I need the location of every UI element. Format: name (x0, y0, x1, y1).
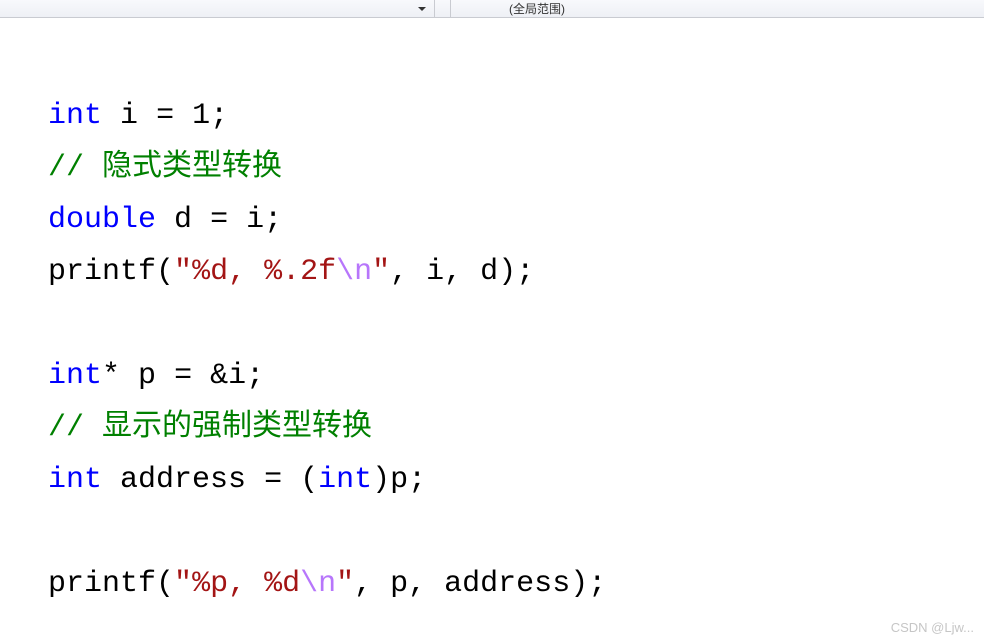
identifier: d (480, 255, 498, 289)
blank-line (48, 506, 984, 558)
comment: // 隐式类型转换 (48, 151, 282, 185)
navigation-bar: (全局范围) (0, 0, 984, 18)
identifier: address (444, 567, 570, 601)
identifier: i (426, 255, 444, 289)
code-line: int i = 1; (48, 90, 984, 142)
keyword-int: int (318, 463, 372, 497)
identifier: d (174, 203, 192, 237)
identifier: p (138, 359, 156, 393)
identifier: i (246, 203, 264, 237)
chevron-down-icon (418, 7, 426, 11)
keyword-int: int (48, 359, 102, 393)
number-literal: 1 (192, 99, 210, 133)
function-call: printf (48, 255, 156, 289)
code-line: printf("%d, %.2f\n", i, d); (48, 246, 984, 298)
keyword-int: int (48, 463, 102, 497)
function-call: printf (48, 567, 156, 601)
keyword-double: double (48, 203, 156, 237)
escape-sequence: \n (300, 567, 336, 601)
code-line: double d = i; (48, 194, 984, 246)
keyword-int: int (48, 99, 102, 133)
code-line: int address = (int)p; (48, 454, 984, 506)
scope-dropdown-right[interactable]: (全局范围) (451, 0, 984, 17)
string-literal: %d, %.2f (192, 255, 336, 289)
code-line: // 显示的强制类型转换 (48, 402, 984, 454)
blank-line (48, 298, 984, 350)
scope-label: (全局范围) (509, 0, 565, 17)
identifier: i (120, 99, 138, 133)
identifier: i (228, 359, 246, 393)
escape-sequence: \n (336, 255, 372, 289)
string-literal: %p, %d (192, 567, 300, 601)
toolbar-separator (435, 0, 451, 17)
identifier: address (120, 463, 246, 497)
scope-dropdown-left[interactable] (0, 0, 435, 17)
code-editor[interactable]: int i = 1;// 隐式类型转换double d = i;printf("… (0, 18, 984, 610)
code-line: // 隐式类型转换 (48, 142, 984, 194)
identifier: p (390, 463, 408, 497)
identifier: p (390, 567, 408, 601)
watermark: CSDN @Ljw... (891, 620, 974, 635)
code-line: printf("%p, %d\n", p, address); (48, 558, 984, 610)
comment: // 显示的强制类型转换 (48, 411, 372, 445)
code-line: int* p = &i; (48, 350, 984, 402)
